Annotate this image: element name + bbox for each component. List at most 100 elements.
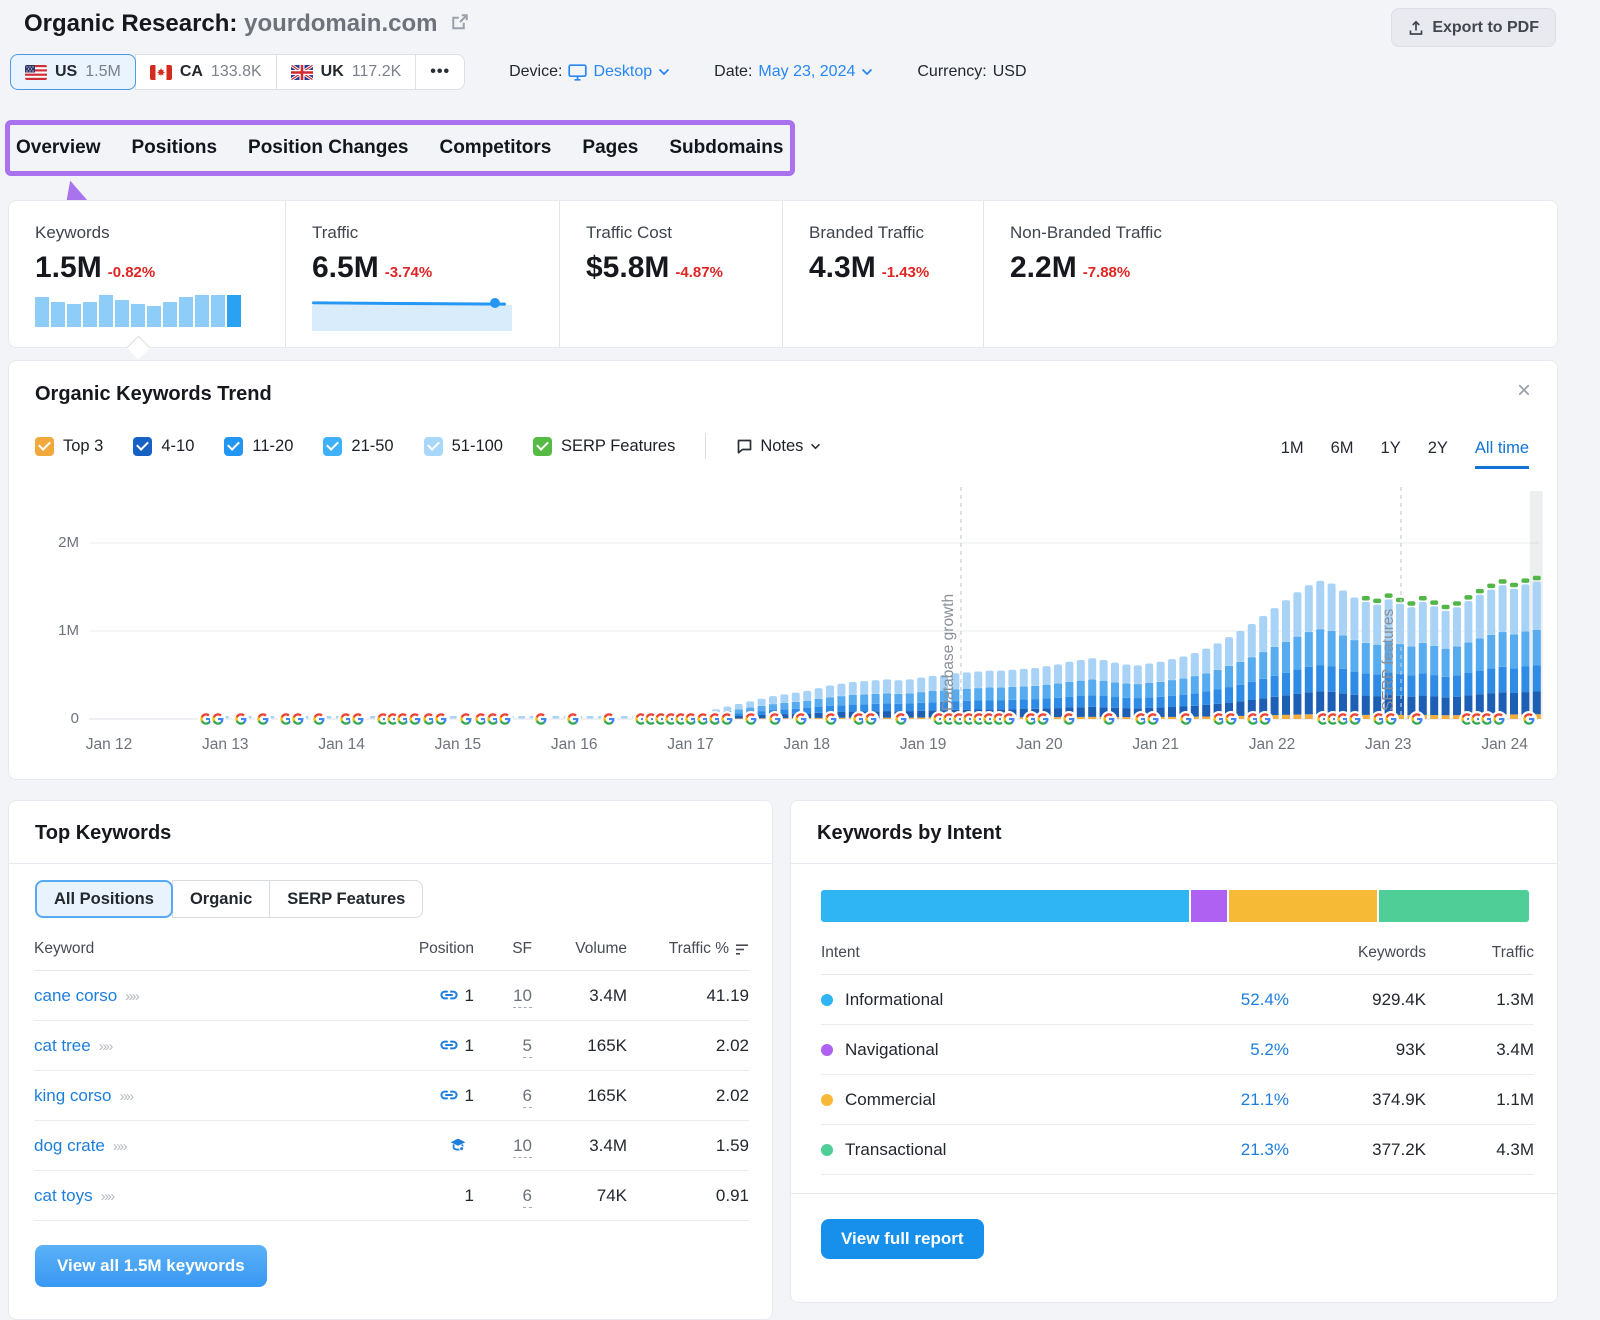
checkbox-21-50[interactable]	[323, 437, 342, 456]
table-row[interactable]: Informational 52.4% 929.4K 1.3M	[821, 975, 1534, 1025]
range-6m[interactable]: 6M	[1331, 439, 1354, 469]
intent-distribution-bar[interactable]	[821, 890, 1529, 922]
double-chevron-icon[interactable]: »»	[99, 1038, 112, 1055]
tab-subdomains[interactable]: Subdomains	[669, 137, 783, 159]
intent-label: Transactional	[845, 1140, 946, 1159]
keyword-link[interactable]: cat tree	[34, 1036, 91, 1055]
tab-pages[interactable]: Pages	[582, 137, 638, 159]
checkbox-serp-features[interactable]	[533, 437, 552, 456]
tab-overview[interactable]: Overview	[16, 137, 101, 159]
legend-11-20[interactable]: 11-20	[224, 437, 293, 456]
close-icon[interactable]: ×	[1517, 379, 1531, 403]
keyword-link[interactable]: king corso	[34, 1086, 111, 1105]
table-row[interactable]: Transactional 21.3% 377.2K 4.3M	[821, 1125, 1534, 1175]
checkbox-51-100[interactable]	[424, 437, 443, 456]
intent-color-dot	[821, 994, 833, 1006]
double-chevron-icon[interactable]: »»	[101, 1188, 114, 1205]
more-countries-button[interactable]: •••	[415, 54, 465, 90]
intent-pct[interactable]: 52.4%	[1241, 990, 1289, 1009]
range-all-time[interactable]: All time	[1475, 439, 1529, 469]
intent-pct[interactable]: 21.3%	[1241, 1140, 1289, 1159]
metric-branded-traffic[interactable]: Branded Traffic 4.3M-1.43%	[782, 201, 983, 347]
table-row[interactable]: king corso»» 1 6 165K 2.02	[34, 1071, 749, 1121]
range-2y[interactable]: 2Y	[1428, 439, 1448, 469]
legend-top3[interactable]: Top 3	[35, 437, 103, 456]
legend-4-10[interactable]: 4-10	[133, 437, 194, 456]
country-tab-uk[interactable]: UK 117.2K	[276, 54, 417, 90]
table-row[interactable]: cane corso»» 1 10 3.4M 41.19	[34, 971, 749, 1021]
export-to-pdf-button[interactable]: Export to PDF	[1391, 8, 1556, 47]
intent-bar-segment[interactable]	[1379, 890, 1529, 922]
view-full-report-button[interactable]: View full report	[821, 1219, 984, 1259]
serp-features-count[interactable]: 5	[523, 1036, 532, 1058]
keyword-link[interactable]: cat toys	[34, 1186, 93, 1205]
legend-serp-features[interactable]: SERP Features	[533, 437, 675, 456]
intent-pct[interactable]: 21.1%	[1241, 1090, 1289, 1109]
svg-text:Jan 22: Jan 22	[1249, 736, 1296, 753]
serp-features-count[interactable]: 6	[523, 1086, 532, 1108]
legend-51-100[interactable]: 51-100	[424, 437, 503, 456]
keyword-link[interactable]: dog crate	[34, 1136, 105, 1155]
google-update-icon	[255, 711, 271, 727]
range-1y[interactable]: 1Y	[1381, 439, 1401, 469]
external-link-icon[interactable]	[450, 12, 470, 32]
table-row[interactable]: Commercial 21.1% 374.9K 1.1M	[821, 1075, 1534, 1125]
google-update-icon	[1145, 711, 1161, 727]
metric-keywords[interactable]: Keywords 1.5M-0.82%	[9, 201, 285, 347]
serp-features-count[interactable]: 10	[513, 986, 532, 1008]
metric-traffic[interactable]: Traffic 6.5M-3.74%	[285, 201, 559, 347]
position-value: 1	[465, 986, 474, 1005]
country-tab-us[interactable]: US 1.5M	[10, 54, 136, 90]
legend-21-50[interactable]: 21-50	[323, 437, 393, 456]
view-all-keywords-button[interactable]: View all 1.5M keywords	[35, 1245, 267, 1287]
double-chevron-icon[interactable]: »»	[113, 1138, 126, 1155]
notes-dropdown[interactable]: Notes	[736, 437, 821, 456]
checkbox-11-20[interactable]	[224, 437, 243, 456]
keyword-link[interactable]: cane corso	[34, 986, 117, 1005]
country-tab-ca[interactable]: CA 133.8K	[135, 54, 277, 90]
serp-features-count[interactable]: 10	[513, 1136, 532, 1158]
google-update-icon	[1409, 711, 1425, 727]
checkbox-4-10[interactable]	[133, 437, 152, 456]
table-row[interactable]: cat tree»» 1 5 165K 2.02	[34, 1021, 749, 1071]
svg-text:Jan 19: Jan 19	[900, 736, 947, 753]
traffic-pct-value: 0.91	[716, 1186, 749, 1205]
google-update-icon	[823, 711, 839, 727]
date-selector[interactable]: May 23, 2024	[758, 63, 873, 81]
col-keywords: Keywords	[1289, 936, 1426, 975]
tab-serp-features[interactable]: SERP Features	[269, 880, 423, 918]
us-flag-icon	[25, 65, 47, 80]
table-row[interactable]: Navigational 5.2% 93K 3.4M	[821, 1025, 1534, 1075]
double-chevron-icon[interactable]: »»	[119, 1088, 132, 1105]
google-update-icon	[1223, 711, 1239, 727]
table-row[interactable]: cat toys»» 1 6 74K 0.91	[34, 1171, 749, 1221]
metric-label: Branded Traffic	[809, 223, 983, 243]
tab-all-positions[interactable]: All Positions	[35, 880, 173, 918]
intent-bar-segment[interactable]	[821, 890, 1191, 922]
tab-competitors[interactable]: Competitors	[439, 137, 551, 159]
tab-positions[interactable]: Positions	[132, 137, 218, 159]
svg-text:Jan 12: Jan 12	[86, 736, 133, 753]
serp-features-count[interactable]: 6	[523, 1186, 532, 1208]
double-chevron-icon[interactable]: »»	[125, 988, 138, 1005]
checkbox-top3[interactable]	[35, 437, 54, 456]
tab-position-changes[interactable]: Position Changes	[248, 137, 408, 159]
metric-traffic-cost[interactable]: Traffic Cost $5.8M-4.87%	[559, 201, 782, 347]
svg-text:Jan 15: Jan 15	[435, 736, 482, 753]
top-keywords-table: Keyword Position SF Volume Traffic % can…	[34, 932, 749, 1221]
top-keywords-title: Top Keywords	[9, 801, 772, 864]
table-row[interactable]: dog crate»» 10 3.4M 1.59	[34, 1121, 749, 1171]
range-1m[interactable]: 1M	[1281, 439, 1304, 469]
note-flag-icon	[736, 438, 753, 455]
device-selector[interactable]: Desktop	[568, 63, 670, 81]
col-traffic-pct[interactable]: Traffic %	[627, 932, 749, 971]
metric-non-branded-traffic[interactable]: Non-Branded Traffic 2.2M-7.88%	[983, 201, 1557, 347]
intent-pct[interactable]: 5.2%	[1250, 1040, 1289, 1059]
intent-bar-segment[interactable]	[1229, 890, 1379, 922]
metrics-summary-card: Keywords 1.5M-0.82% Traffic 6.5M-3.74% T…	[8, 200, 1558, 348]
organic-keywords-trend-chart[interactable]: 2M1M0Jan 12Jan 13Jan 14Jan 15Jan 16Jan 1…	[9, 473, 1557, 773]
sort-icon[interactable]	[735, 944, 749, 955]
tab-organic[interactable]: Organic	[172, 880, 270, 918]
top-keywords-filter-tabs: All Positions Organic SERP Features	[35, 880, 423, 918]
intent-bar-segment[interactable]	[1191, 890, 1230, 922]
